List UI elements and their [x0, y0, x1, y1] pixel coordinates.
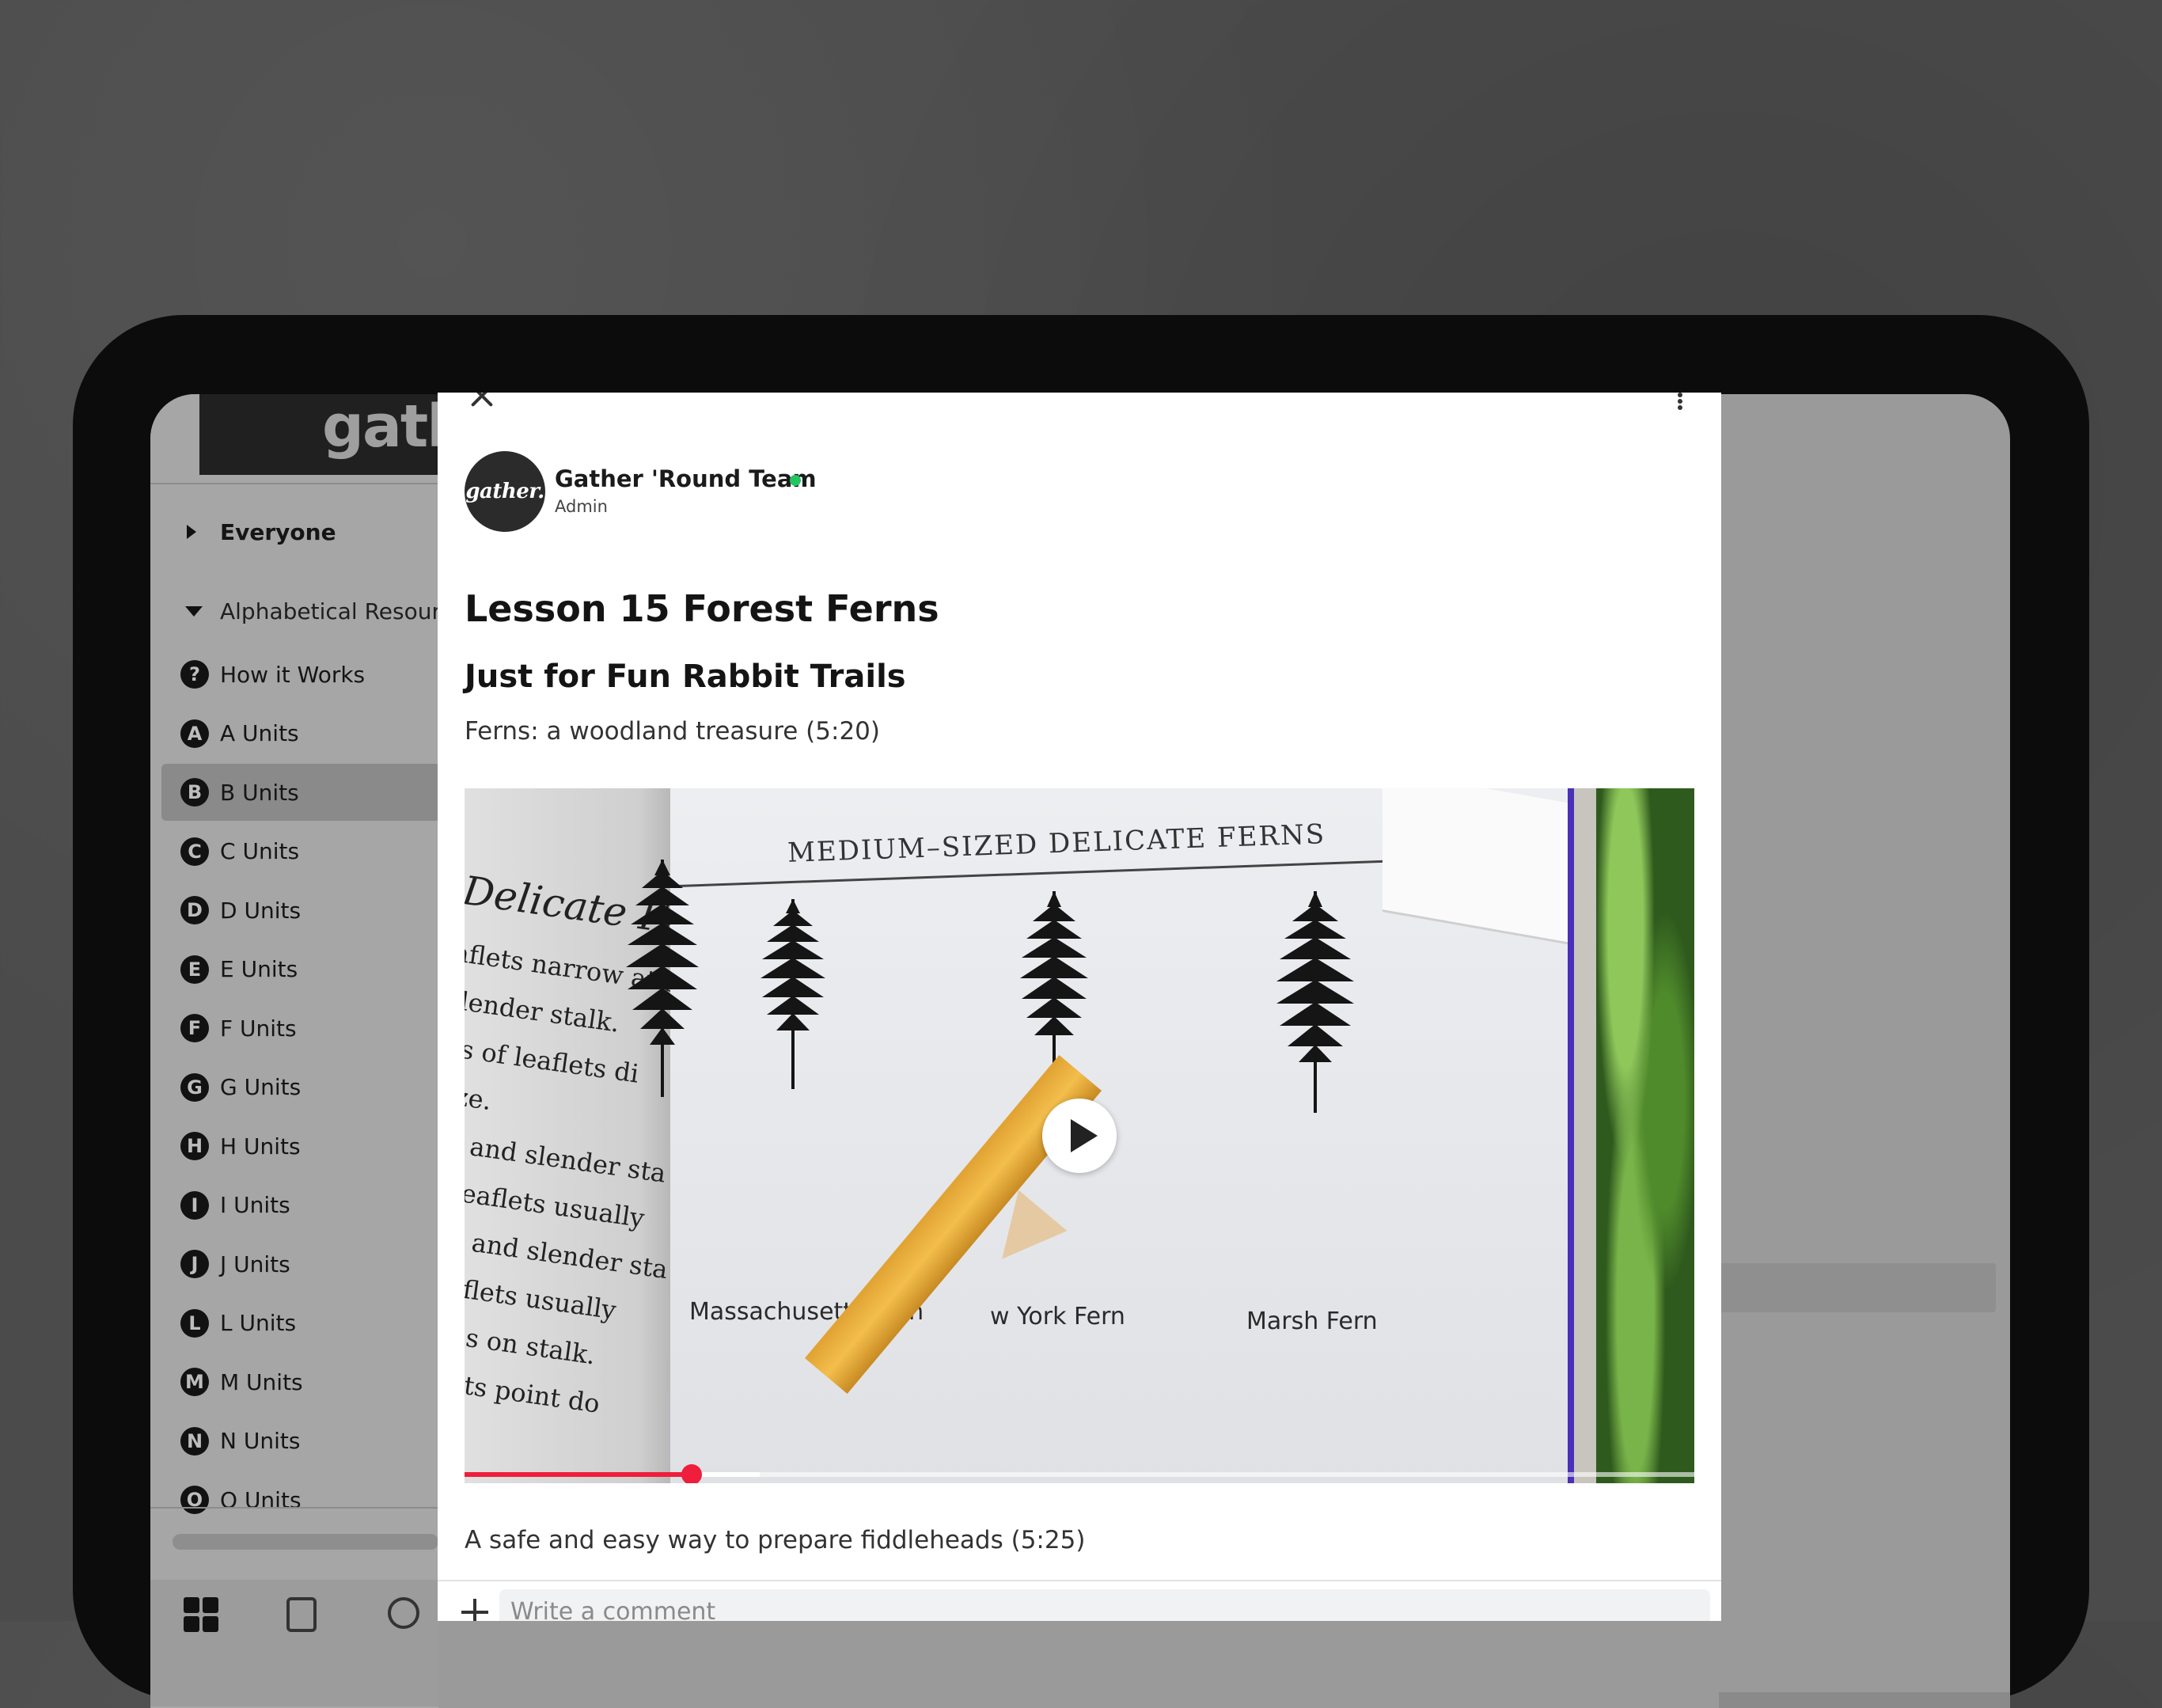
post-subtitle: Just for Fun Rabbit Trails	[465, 659, 906, 695]
play-button[interactable]	[1042, 1099, 1117, 1173]
video-caption: A safe and easy way to prepare fiddlehea…	[465, 1526, 1086, 1554]
post-modal: gather. Gather 'Round Team Admin Lesson …	[438, 393, 1721, 1621]
sidebar-item-label: N Units	[220, 1428, 301, 1454]
sidebar-item-label: Everyone	[220, 518, 336, 545]
sidebar-item-label: G Units	[220, 1074, 302, 1100]
chevron-right-icon	[187, 525, 196, 539]
book-edge	[1568, 788, 1574, 1483]
video-caption: Ferns: a woodland treasure (5:20)	[465, 717, 880, 746]
letter-badge-icon: N	[180, 1426, 209, 1456]
letter-badge-icon: B	[180, 778, 209, 807]
sidebar-item-label: F Units	[220, 1015, 297, 1042]
sidebar-item-l-units[interactable]: L L Units	[150, 1295, 438, 1352]
fern-illustration	[1276, 891, 1354, 1113]
sidebar-item-label: How it Works	[220, 661, 366, 688]
sidebar-item-e-units[interactable]: E E Units	[150, 941, 438, 998]
author-name[interactable]: Gather 'Round Team	[555, 465, 817, 492]
comment-input[interactable]	[499, 1589, 1710, 1621]
sidebar-item-label: L Units	[220, 1310, 297, 1336]
letter-badge-icon: O	[180, 1486, 209, 1514]
author-role: Admin	[555, 497, 608, 516]
fern-illustration	[626, 860, 699, 1097]
letter-badge-icon: H	[180, 1132, 209, 1160]
sidebar-item-label: E Units	[220, 956, 298, 982]
book-edge	[1574, 788, 1596, 1483]
more-options-icon[interactable]	[1675, 393, 1685, 410]
post-title: Lesson 15 Forest Ferns	[465, 587, 939, 630]
letter-badge-icon: I	[180, 1190, 209, 1220]
sidebar-item-c-units[interactable]: C C Units	[150, 823, 438, 880]
fern-label: Marsh Fern	[1246, 1308, 1378, 1335]
add-attachment-icon[interactable]	[461, 1599, 488, 1621]
letter-badge-icon: L	[180, 1308, 209, 1338]
video-scrubber-handle[interactable]	[681, 1464, 703, 1483]
sidebar-item-everyone[interactable]: Everyone	[150, 503, 438, 560]
letter-badge-icon: G	[180, 1072, 209, 1102]
online-status-dot	[790, 475, 801, 486]
sidebar-item-b-units[interactable]: B B Units	[161, 764, 438, 821]
sidebar-item-h-units[interactable]: H H Units	[150, 1118, 438, 1175]
letter-badge-icon: A	[180, 719, 209, 748]
sidebar-item-label: M Units	[220, 1368, 303, 1395]
video-player[interactable]: Delicate Ferns aflets narrow at axis slen…	[465, 788, 1694, 1483]
sidebar-item-o-units[interactable]: O O Units	[150, 1471, 438, 1528]
logo: gath	[322, 394, 438, 461]
sidebar-item-j-units[interactable]: J J Units	[150, 1235, 438, 1292]
background-panel-bar	[1719, 1263, 1996, 1312]
logo-banner: gath	[199, 394, 438, 475]
sidebar: gath Everyone Alphabetical Resourc ? How …	[150, 394, 453, 1708]
search-icon[interactable]	[388, 1597, 419, 1629]
sidebar-item-label: C Units	[220, 838, 300, 864]
divider	[150, 483, 438, 484]
avatar[interactable]: gather.	[465, 451, 545, 532]
divider	[438, 1580, 1721, 1581]
letter-badge-icon: M	[180, 1368, 209, 1396]
letter-badge-icon: C	[180, 837, 209, 866]
sidebar-section-alphabetical[interactable]: Alphabetical Resourc	[150, 583, 453, 640]
sidebar-item-a-units[interactable]: A A Units	[150, 705, 438, 762]
close-icon[interactable]	[468, 393, 496, 410]
sidebar-item-label: A Units	[220, 720, 299, 746]
sidebar-item-label: J Units	[220, 1251, 290, 1277]
letter-badge-icon: E	[180, 955, 209, 984]
chevron-down-icon	[185, 605, 203, 617]
sidebar-item-label: O Units	[220, 1486, 302, 1513]
sidebar-item-f-units[interactable]: F F Units	[150, 1000, 438, 1057]
sidebar-item-n-units[interactable]: N N Units	[150, 1413, 438, 1470]
divider	[150, 1507, 438, 1509]
sidebar-item-d-units[interactable]: D D Units	[150, 882, 438, 939]
video-progress-played	[465, 1472, 692, 1477]
sidebar-item-m-units[interactable]: M M Units	[150, 1353, 438, 1410]
letter-badge-icon: J	[180, 1250, 209, 1278]
fern-foliage-image	[1596, 788, 1694, 1483]
letter-badge-icon: F	[180, 1014, 209, 1042]
letter-badge-icon: ?	[180, 660, 209, 689]
sidebar-scrollbar[interactable]	[173, 1534, 438, 1550]
letter-badge-icon: D	[180, 896, 209, 924]
sidebar-item-label: H Units	[220, 1133, 301, 1160]
fern-label: w York Fern	[990, 1303, 1125, 1330]
pages-icon[interactable]	[286, 1597, 317, 1632]
sidebar-item-i-units[interactable]: I I Units	[150, 1177, 438, 1234]
grid-icon[interactable]	[184, 1597, 218, 1632]
sidebar-item-g-units[interactable]: G G Units	[150, 1059, 438, 1116]
sidebar-item-label: B Units	[220, 779, 299, 806]
fern-illustration	[760, 899, 825, 1089]
sidebar-section-label: Alphabetical Resourc	[220, 598, 453, 624]
sidebar-item-how-it-works[interactable]: ? How it Works	[150, 646, 438, 703]
sidebar-item-label: D Units	[220, 897, 302, 924]
sidebar-item-label: I Units	[220, 1192, 290, 1218]
background-panel-edge	[1719, 1692, 2010, 1708]
